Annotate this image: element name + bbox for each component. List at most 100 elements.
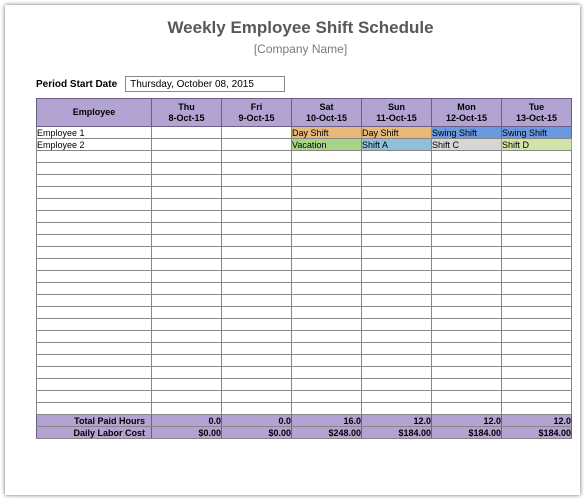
shift-cell[interactable] — [432, 175, 502, 187]
shift-cell[interactable] — [432, 379, 502, 391]
shift-cell[interactable] — [152, 247, 222, 259]
shift-cell[interactable] — [502, 307, 572, 319]
employee-name-cell[interactable] — [37, 235, 152, 247]
period-start-input[interactable] — [125, 76, 285, 92]
shift-cell[interactable] — [362, 355, 432, 367]
shift-cell[interactable] — [362, 295, 432, 307]
shift-cell[interactable] — [152, 379, 222, 391]
shift-cell[interactable] — [362, 163, 432, 175]
shift-cell[interactable] — [362, 199, 432, 211]
shift-cell[interactable] — [362, 403, 432, 415]
shift-cell[interactable]: Vacation — [292, 139, 362, 151]
shift-cell[interactable] — [502, 199, 572, 211]
shift-cell[interactable] — [152, 355, 222, 367]
shift-cell[interactable] — [362, 187, 432, 199]
shift-cell[interactable] — [292, 331, 362, 343]
shift-cell[interactable] — [222, 343, 292, 355]
shift-cell[interactable] — [222, 199, 292, 211]
employee-name-cell[interactable] — [37, 331, 152, 343]
shift-cell[interactable] — [362, 367, 432, 379]
employee-name-cell[interactable] — [37, 343, 152, 355]
employee-name-cell[interactable] — [37, 283, 152, 295]
shift-cell[interactable] — [152, 343, 222, 355]
shift-cell[interactable] — [222, 211, 292, 223]
shift-cell[interactable] — [152, 259, 222, 271]
shift-cell[interactable] — [222, 391, 292, 403]
shift-cell[interactable] — [502, 163, 572, 175]
shift-cell[interactable] — [502, 319, 572, 331]
shift-cell[interactable] — [292, 307, 362, 319]
employee-name-cell[interactable] — [37, 187, 152, 199]
shift-cell[interactable] — [292, 211, 362, 223]
shift-cell[interactable] — [432, 319, 502, 331]
shift-cell[interactable] — [502, 343, 572, 355]
shift-cell[interactable] — [502, 187, 572, 199]
shift-cell[interactable] — [502, 151, 572, 163]
shift-cell[interactable] — [152, 403, 222, 415]
shift-cell[interactable] — [362, 331, 432, 343]
employee-name-cell[interactable] — [37, 175, 152, 187]
shift-cell[interactable] — [432, 235, 502, 247]
shift-cell[interactable] — [292, 355, 362, 367]
shift-cell[interactable]: Day Shift — [292, 127, 362, 139]
shift-cell[interactable] — [362, 175, 432, 187]
employee-name-cell[interactable] — [37, 163, 152, 175]
shift-cell[interactable] — [432, 163, 502, 175]
shift-cell[interactable] — [152, 271, 222, 283]
shift-cell[interactable] — [362, 343, 432, 355]
shift-cell[interactable] — [292, 151, 362, 163]
shift-cell[interactable] — [502, 175, 572, 187]
shift-cell[interactable] — [432, 367, 502, 379]
employee-name-cell[interactable] — [37, 295, 152, 307]
shift-cell[interactable] — [222, 175, 292, 187]
shift-cell[interactable] — [502, 271, 572, 283]
shift-cell[interactable] — [502, 295, 572, 307]
shift-cell[interactable] — [432, 259, 502, 271]
shift-cell[interactable] — [502, 355, 572, 367]
shift-cell[interactable] — [222, 139, 292, 151]
shift-cell[interactable] — [362, 151, 432, 163]
shift-cell[interactable] — [292, 223, 362, 235]
shift-cell[interactable] — [292, 283, 362, 295]
shift-cell[interactable]: Shift D — [502, 139, 572, 151]
shift-cell[interactable] — [502, 223, 572, 235]
shift-cell[interactable] — [222, 379, 292, 391]
shift-cell[interactable] — [432, 343, 502, 355]
shift-cell[interactable] — [152, 151, 222, 163]
shift-cell[interactable] — [362, 307, 432, 319]
shift-cell[interactable] — [432, 307, 502, 319]
shift-cell[interactable]: Shift C — [432, 139, 502, 151]
shift-cell[interactable] — [432, 247, 502, 259]
shift-cell[interactable] — [152, 331, 222, 343]
shift-cell[interactable]: Shift A — [362, 139, 432, 151]
shift-cell[interactable] — [432, 271, 502, 283]
shift-cell[interactable] — [362, 259, 432, 271]
shift-cell[interactable] — [292, 295, 362, 307]
employee-name-cell[interactable]: Employee 1 — [37, 127, 152, 139]
shift-cell[interactable] — [502, 259, 572, 271]
employee-name-cell[interactable] — [37, 379, 152, 391]
shift-cell[interactable] — [152, 367, 222, 379]
shift-cell[interactable]: Swing Shift — [432, 127, 502, 139]
shift-cell[interactable] — [362, 235, 432, 247]
shift-cell[interactable] — [432, 331, 502, 343]
shift-cell[interactable] — [292, 379, 362, 391]
shift-cell[interactable] — [152, 139, 222, 151]
shift-cell[interactable] — [222, 367, 292, 379]
shift-cell[interactable] — [502, 211, 572, 223]
shift-cell[interactable] — [222, 235, 292, 247]
shift-cell[interactable] — [292, 235, 362, 247]
shift-cell[interactable] — [432, 223, 502, 235]
shift-cell[interactable] — [152, 307, 222, 319]
shift-cell[interactable] — [362, 319, 432, 331]
shift-cell[interactable] — [222, 151, 292, 163]
shift-cell[interactable] — [222, 271, 292, 283]
shift-cell[interactable] — [362, 379, 432, 391]
shift-cell[interactable] — [292, 343, 362, 355]
shift-cell[interactable] — [292, 319, 362, 331]
shift-cell[interactable] — [362, 247, 432, 259]
shift-cell[interactable] — [502, 379, 572, 391]
shift-cell[interactable] — [152, 223, 222, 235]
shift-cell[interactable] — [292, 175, 362, 187]
shift-cell[interactable] — [152, 319, 222, 331]
